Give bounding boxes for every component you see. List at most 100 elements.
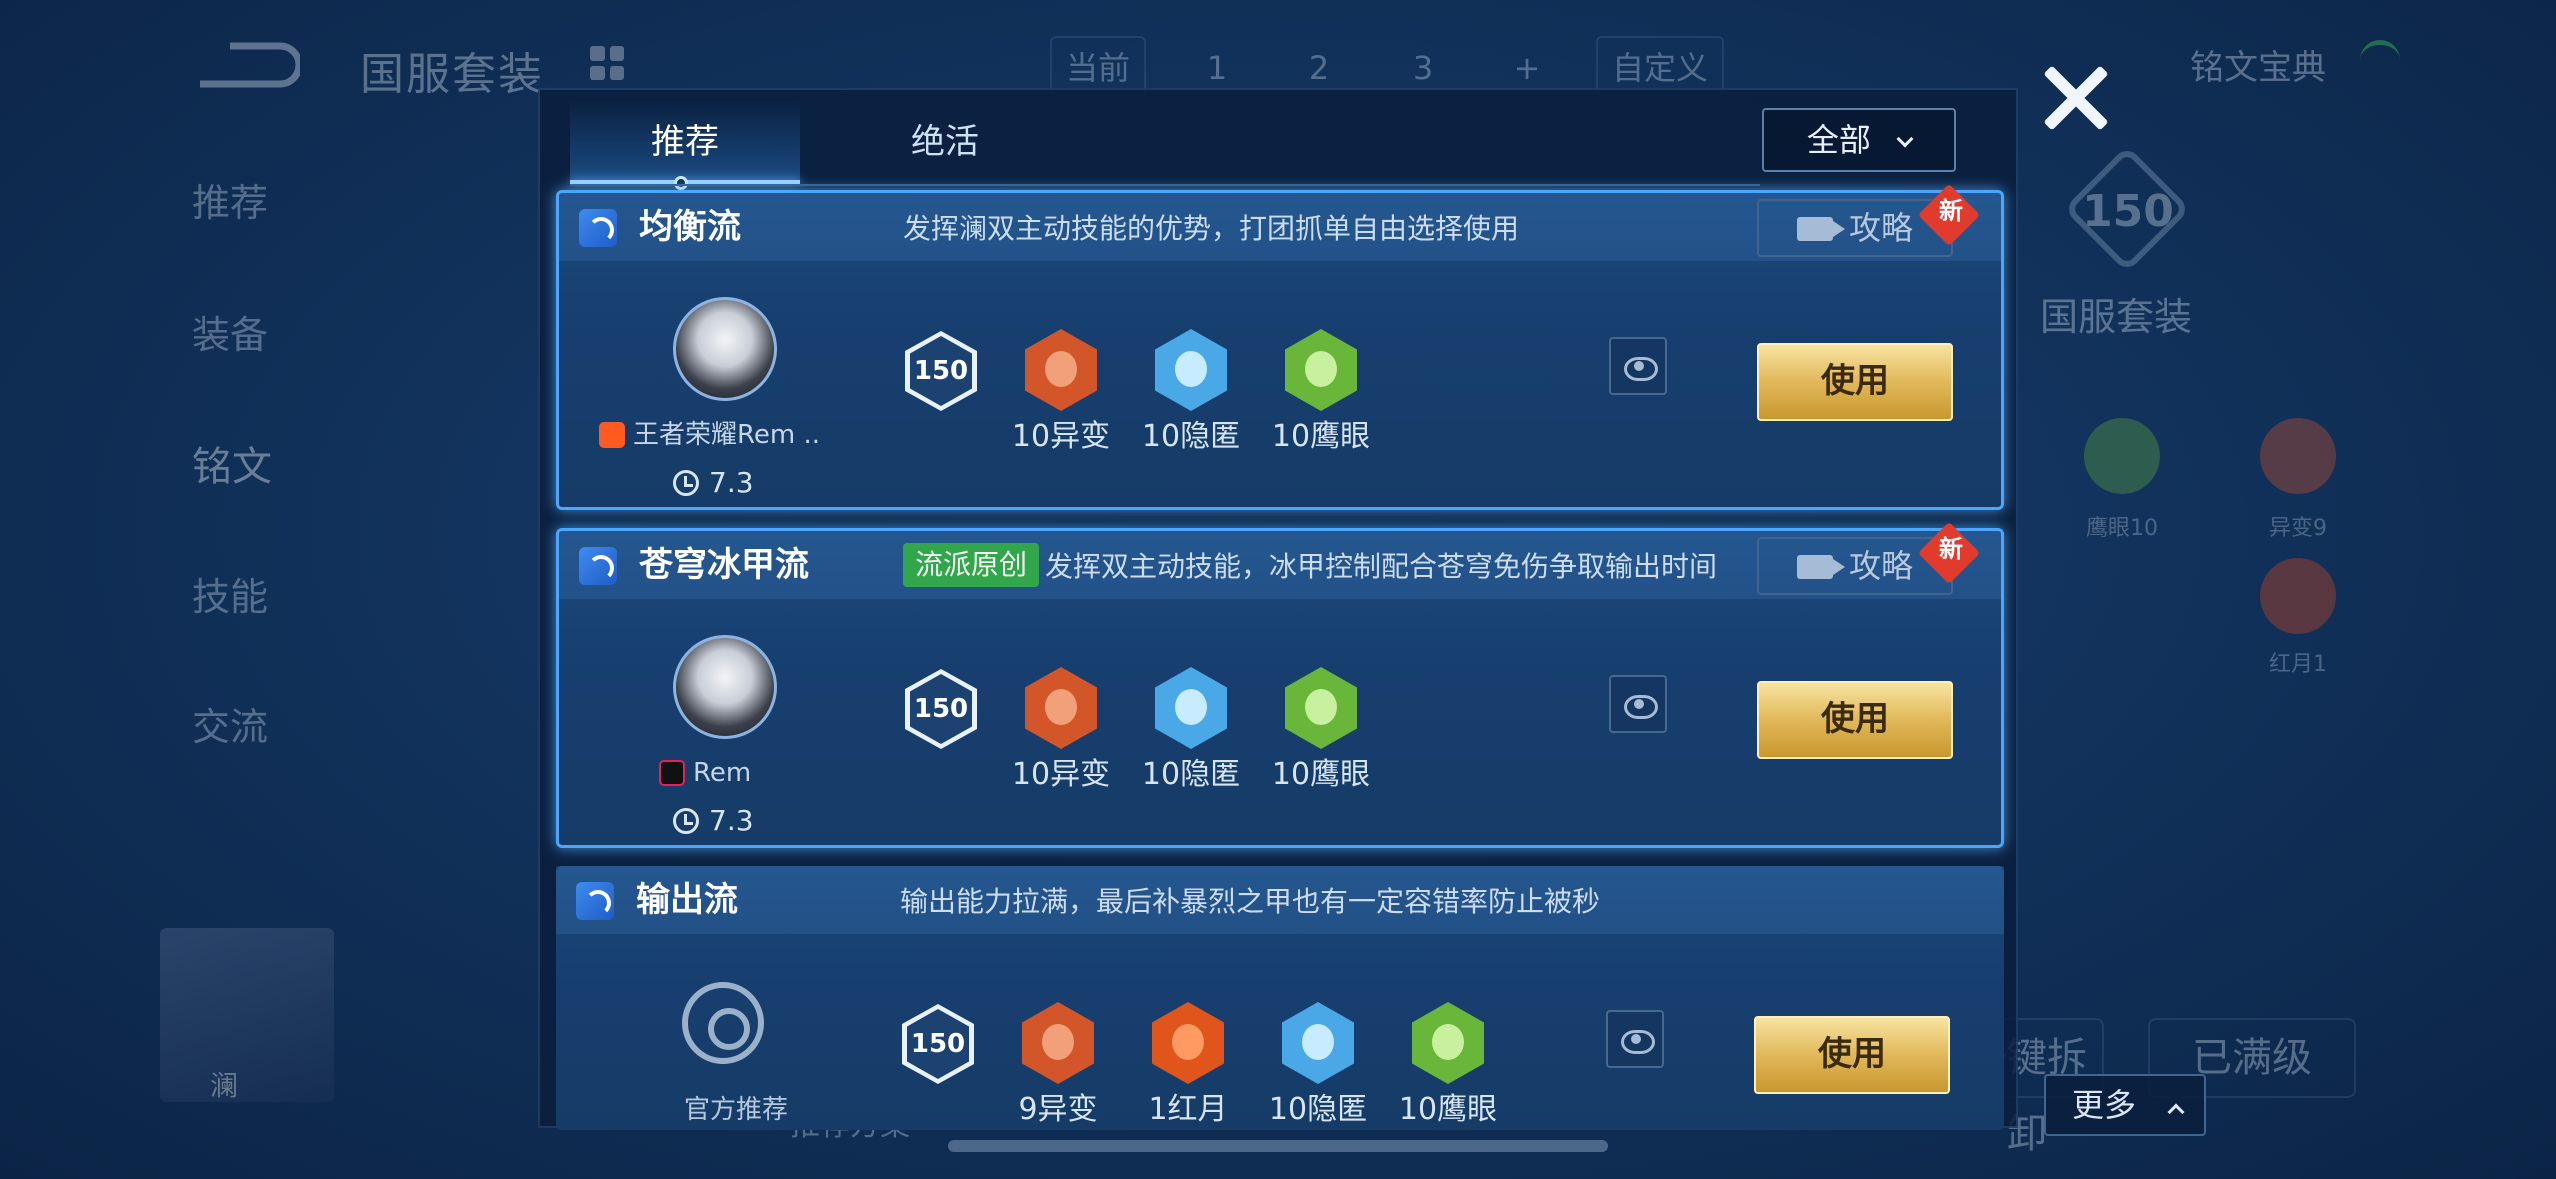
tab-indicator-dot [674, 176, 688, 190]
close-icon[interactable] [2040, 62, 2110, 132]
wifi-icon [2360, 40, 2400, 80]
version-number: 7.3 [709, 466, 754, 499]
rune-book-link[interactable]: 铭文宝典 [2190, 40, 2326, 89]
page-tab-custom[interactable]: 自定义 [1596, 36, 1725, 96]
rune-core [1045, 351, 1077, 387]
horizontal-scrollbar[interactable] [948, 1140, 1608, 1152]
rune-stealth-icon [1282, 1002, 1354, 1084]
author-avatar[interactable] [673, 635, 777, 739]
page-tab-2[interactable]: 2 [1284, 36, 1354, 96]
rune-core [1175, 689, 1207, 725]
sidebar-item-equipment[interactable]: 装备 [192, 304, 268, 359]
preview-eye-icon[interactable] [1606, 1010, 1664, 1068]
video-camera-icon [1797, 217, 1845, 241]
rune-label: 1红月 [1148, 1092, 1228, 1127]
rune-label: 10隐匿 [1268, 1092, 1368, 1127]
filter-dropdown[interactable]: 全部 [1762, 108, 1956, 172]
tab-recommend-label: 推荐 [651, 122, 719, 162]
card-header: 输出流 输出能力拉满，最后补暴烈之甲也有一定容错率防止被秒 [556, 866, 2004, 934]
build-card[interactable]: 苍穹冰甲流 流派原创 发挥双主动技能，冰甲控制配合苍穹免伤争取输出时间 攻略 新… [556, 521, 2004, 848]
rune-label: 9异变 [1018, 1092, 1098, 1127]
rune-stealth-icon [1155, 667, 1227, 749]
author-avatar[interactable] [673, 297, 777, 401]
original-build-tag: 流派原创 [903, 543, 1040, 587]
rune-mutation-icon [1025, 667, 1097, 749]
background-rune-label: 红月1 [2269, 652, 2327, 677]
rune-label: 10鹰眼 [1398, 1092, 1498, 1127]
rune-core [1302, 1024, 1334, 1060]
version-number: 7.3 [709, 804, 754, 837]
background-level-value: 150 [2082, 186, 2174, 237]
rune-level-badge: 150 [905, 331, 977, 411]
rune-level-value: 150 [907, 1009, 969, 1079]
rune-level-value: 150 [910, 674, 972, 744]
author-name: Rem [693, 758, 752, 788]
background-rune-redmoon [2260, 558, 2336, 634]
rune-hawkeye-icon [1285, 667, 1357, 749]
page-tab-add[interactable]: + [1492, 36, 1562, 96]
hero-class-icon [576, 882, 614, 920]
build-description: 发挥双主动技能，冰甲控制配合苍穹免伤争取输出时间 [1045, 550, 1718, 583]
video-camera-icon [1797, 555, 1845, 579]
preview-eye-icon[interactable] [1609, 675, 1667, 733]
sidebar-item-runes[interactable]: 铭文 [192, 434, 272, 492]
rune-level-badge: 150 [905, 669, 977, 749]
chevron-up-icon [2167, 1103, 2185, 1121]
chevron-down-icon [1896, 130, 1914, 148]
more-button[interactable]: 更多 [2044, 1074, 2206, 1136]
tab-recommend[interactable]: 推荐 [570, 100, 800, 190]
sidebar-item-community[interactable]: 交流 [192, 696, 268, 751]
rune-core [1042, 1024, 1074, 1060]
card-header: 苍穹冰甲流 流派原创 发挥双主动技能，冰甲控制配合苍穹免伤争取输出时间 攻略 新 [559, 521, 2001, 599]
card-header: 均衡流 发挥澜双主动技能的优势，打团抓单自由选择使用 攻略 新 [559, 183, 2001, 261]
rune-label: 10鹰眼 [1271, 419, 1371, 454]
sidebar-item-skills[interactable]: 技能 [192, 566, 268, 621]
author-info: 王者荣耀Rem .. [599, 415, 859, 455]
background-page-title: 国服套装 [360, 49, 544, 100]
build-card[interactable]: 输出流 输出能力拉满，最后补暴烈之甲也有一定容错率防止被秒 官方推荐 150 9… [556, 866, 2004, 1130]
page-tab-3[interactable]: 3 [1388, 36, 1458, 96]
rune-level-badge: 150 [902, 1004, 974, 1084]
sidebar-item-recommend[interactable]: 推荐 [192, 172, 268, 227]
author-info: Rem [659, 753, 919, 793]
tab-signature[interactable]: 绝活 [830, 100, 1060, 184]
grid-icon[interactable] [590, 46, 624, 80]
background-rune-label: 异变9 [2269, 516, 2327, 541]
back-arrow-icon[interactable] [190, 40, 300, 90]
rune-redmoon-icon [1152, 1002, 1224, 1084]
author-name: 王者荣耀Rem .. [633, 420, 821, 450]
hero-avatar[interactable] [160, 928, 334, 1102]
preview-eye-icon[interactable] [1609, 337, 1667, 395]
rune-stealth-icon [1155, 329, 1227, 411]
build-name: 均衡流 [639, 207, 741, 247]
use-button[interactable]: 使用 [1757, 343, 1953, 421]
hero-name: 澜 [210, 1069, 239, 1102]
clock-icon [673, 470, 699, 496]
build-name: 输出流 [636, 880, 738, 920]
rune-core [1175, 351, 1207, 387]
use-button[interactable]: 使用 [1754, 1016, 1950, 1094]
rune-hawkeye-icon [1285, 329, 1357, 411]
modal-tabs: 推荐 绝活 [570, 100, 1770, 190]
recommend-modal: 推荐 绝活 全部 均衡流 发挥澜双主动技能的优势，打团抓单自由选择使用 攻略 新… [538, 88, 2018, 1130]
kuaishou-icon [599, 422, 625, 448]
tabs-divider [570, 184, 1760, 186]
build-card[interactable]: 均衡流 发挥澜双主动技能的优势，打团抓单自由选择使用 攻略 新 王者荣耀Rem … [556, 183, 2004, 510]
page-tab-current[interactable]: 当前 [1050, 36, 1147, 96]
hero-class-icon [579, 547, 617, 585]
background-rune-mutation [2260, 418, 2336, 494]
rune-hawkeye-icon [1412, 1002, 1484, 1084]
page-tab-1[interactable]: 1 [1182, 36, 1252, 96]
filter-label: 全部 [1806, 121, 1871, 159]
more-label: 更多 [2072, 1086, 2137, 1124]
official-recommend-icon [682, 982, 764, 1064]
use-button[interactable]: 使用 [1757, 681, 1953, 759]
rune-core [1305, 689, 1337, 725]
rune-label: 10隐匿 [1141, 757, 1241, 792]
background-rune-hawkeye [2084, 418, 2160, 494]
clock-icon [673, 808, 699, 834]
version-info: 7.3 [673, 463, 754, 503]
douyin-icon [659, 760, 685, 786]
version-info: 7.3 [673, 801, 754, 841]
guide-label: 攻略 [1849, 209, 1914, 247]
